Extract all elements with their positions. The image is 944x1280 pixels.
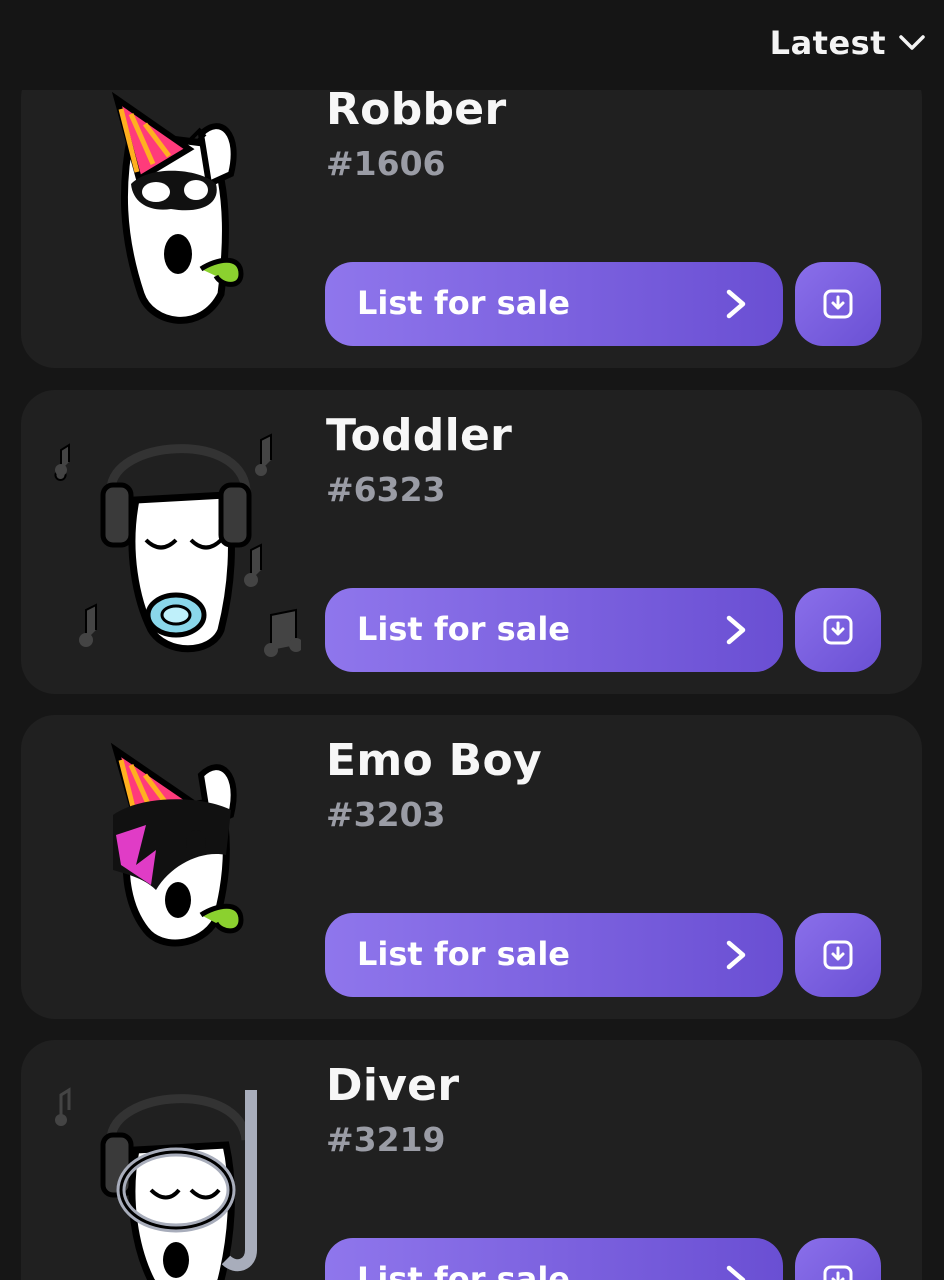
download-icon [823, 289, 853, 319]
toddler-avatar [54, 433, 301, 657]
sort-label: Latest [769, 24, 886, 62]
download-icon [823, 940, 853, 970]
item-number: #1606 [326, 144, 446, 183]
sort-dropdown[interactable]: Latest [770, 24, 926, 62]
list-for-sale-label: List for sale [357, 935, 570, 973]
emo-boy-avatar [110, 742, 244, 947]
list-for-sale-label: List for sale [357, 284, 570, 322]
item-name: Toddler [326, 410, 513, 461]
download-icon [823, 1265, 853, 1280]
download-icon [823, 615, 853, 645]
top-bar: Latest [0, 0, 944, 90]
chevron-right-icon [726, 940, 746, 970]
list-for-sale-label: List for sale [357, 1260, 570, 1280]
download-button[interactable] [795, 588, 881, 672]
download-button[interactable] [795, 262, 881, 346]
item-number: #6323 [326, 470, 446, 509]
download-button[interactable] [795, 913, 881, 997]
item-number: #3219 [326, 1120, 446, 1159]
download-button[interactable] [795, 1238, 881, 1280]
list-item: Diver #3219 List for sale [21, 1040, 922, 1280]
item-name: Robber [326, 84, 507, 135]
chevron-right-icon [726, 1265, 746, 1280]
list-for-sale-button[interactable]: List for sale [325, 262, 783, 346]
list-for-sale-button[interactable]: List for sale [325, 913, 783, 997]
item-name: Diver [326, 1060, 460, 1111]
chevron-right-icon [726, 615, 746, 645]
item-name: Emo Boy [326, 735, 542, 786]
list-item: Toddler #6323 List for sale [21, 390, 922, 694]
chevron-right-icon [726, 289, 746, 319]
collectibles-list: Robber #1606 List for sale Toddler #6323… [0, 0, 944, 1280]
list-for-sale-button[interactable]: List for sale [325, 588, 783, 672]
diver-avatar [55, 1087, 257, 1280]
list-for-sale-label: List for sale [357, 610, 570, 648]
chevron-down-icon [899, 35, 925, 50]
robber-avatar [111, 91, 244, 324]
list-for-sale-button[interactable]: List for sale [325, 1238, 783, 1280]
item-number: #3203 [326, 795, 446, 834]
list-item: Robber #1606 List for sale [21, 64, 922, 368]
list-item: Emo Boy #3203 List for sale [21, 715, 922, 1019]
